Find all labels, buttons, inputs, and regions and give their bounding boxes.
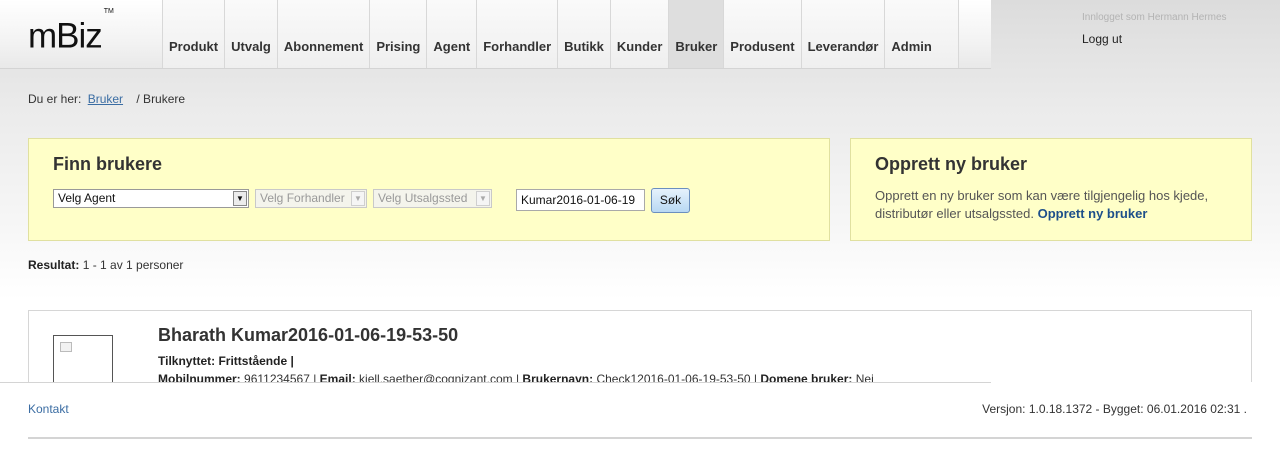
nav-item-utvalg[interactable]: Utvalg xyxy=(224,0,277,68)
create-user-link[interactable]: Opprett ny bruker xyxy=(1038,206,1148,221)
mbiz-logo[interactable]: mBizTM xyxy=(28,8,114,59)
create-panel-title: Opprett ny bruker xyxy=(875,154,1028,174)
forhandler-select[interactable]: Velg Forhandler ▼ xyxy=(255,189,367,208)
main-menu: Produkt Utvalg Abonnement Prising Agent … xyxy=(162,0,959,68)
chevron-down-icon: ▼ xyxy=(351,191,365,206)
search-input[interactable] xyxy=(516,189,645,211)
result-count: Resultat: 1 - 1 av 1 personer xyxy=(28,258,183,272)
user-affiliation: Tilknyttet: Frittstående | xyxy=(158,354,294,368)
user-area: Innlogget som Hermann Hermes Logg ut xyxy=(1082,12,1227,46)
nav-item-prising[interactable]: Prising xyxy=(369,0,427,68)
result-text: 1 - 1 av 1 personer xyxy=(82,258,184,272)
user-name[interactable]: Bharath Kumar2016-01-06-19-53-50 xyxy=(158,325,458,346)
nav-item-leverandor[interactable]: Leverandør xyxy=(800,0,885,68)
agent-select[interactable]: Velg Agent ▼ xyxy=(53,189,249,208)
chevron-down-icon: ▼ xyxy=(476,191,490,206)
nav-item-kunder[interactable]: Kunder xyxy=(609,0,669,68)
utsalgssted-select-value: Velg Utsalgssted xyxy=(378,191,468,205)
agent-select-value: Velg Agent xyxy=(58,191,116,205)
footer: Kontakt Versjon: 1.0.18.1372 - Bygget: 0… xyxy=(0,382,1280,463)
nav-item-produsent[interactable]: Produsent xyxy=(723,0,801,68)
nav-item-butikk[interactable]: Butikk xyxy=(557,0,610,68)
logout-link[interactable]: Logg ut xyxy=(1082,32,1227,46)
logged-in-text: Innlogget som Hermann Hermes xyxy=(1082,12,1227,23)
breadcrumb: Du er her: Bruker / Brukere xyxy=(28,92,185,106)
footer-bottom-divider xyxy=(28,437,1252,439)
top-navigation-bar: mBizTM Produkt Utvalg Abonnement Prising… xyxy=(0,0,991,69)
tilknyttet-text: Tilknyttet: Frittstående | xyxy=(158,354,294,368)
nav-item-produkt[interactable]: Produkt xyxy=(162,0,225,68)
nav-item-agent[interactable]: Agent xyxy=(426,0,477,68)
nav-item-bruker[interactable]: Bruker xyxy=(668,0,724,68)
nav-item-abonnement[interactable]: Abonnement xyxy=(276,0,370,68)
image-placeholder-icon xyxy=(60,342,72,352)
nav-item-forhandler[interactable]: Forhandler xyxy=(476,0,558,68)
chevron-down-icon[interactable]: ▼ xyxy=(233,191,247,206)
footer-divider xyxy=(0,382,991,383)
forhandler-select-value: Velg Forhandler xyxy=(260,191,345,205)
result-label: Resultat: xyxy=(28,258,80,272)
breadcrumb-current: / Brukere xyxy=(136,92,186,106)
create-user-panel: Opprett ny bruker Opprett en ny bruker s… xyxy=(850,138,1252,241)
search-panel-title: Finn brukere xyxy=(53,154,163,174)
search-button[interactable]: Søk xyxy=(651,188,690,213)
search-panel: Finn brukere Velg Agent ▼ Velg Forhandle… xyxy=(28,138,830,241)
kontakt-link[interactable]: Kontakt xyxy=(28,402,69,416)
version-info: Versjon: 1.0.18.1372 - Bygget: 06.01.201… xyxy=(982,402,1247,416)
breadcrumb-prefix: Du er her: xyxy=(28,92,82,106)
breadcrumb-link-bruker[interactable]: Bruker xyxy=(88,92,123,106)
logo-text: mBiz xyxy=(28,16,103,56)
nav-item-admin[interactable]: Admin xyxy=(884,0,959,68)
create-panel-description: Opprett en ny bruker som kan være tilgje… xyxy=(875,187,1235,223)
trademark-symbol: TM xyxy=(103,8,114,15)
utsalgssted-select[interactable]: Velg Utsalgssted ▼ xyxy=(373,189,492,208)
